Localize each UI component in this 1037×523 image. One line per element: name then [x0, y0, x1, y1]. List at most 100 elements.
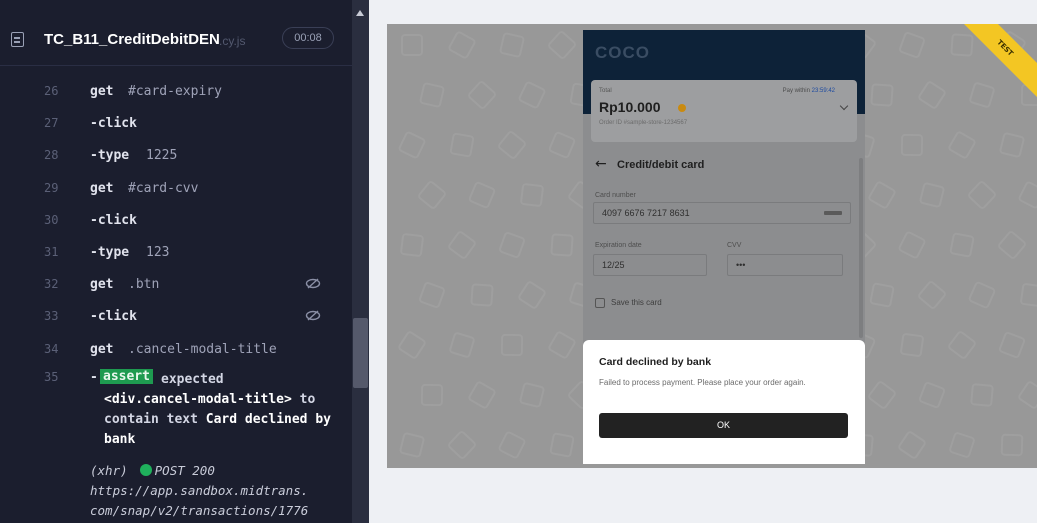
- pattern-tile: [417, 280, 447, 310]
- command-argument: .cancel-modal-title: [128, 341, 277, 357]
- pattern-tile: [866, 179, 898, 211]
- pattern-tile: [466, 379, 498, 411]
- command-name: get: [90, 180, 114, 196]
- pattern-tile: [516, 279, 548, 311]
- pattern-tile: [550, 233, 574, 257]
- command-argument: .btn: [128, 277, 160, 293]
- pattern-tile: [996, 229, 1028, 261]
- pattern-tile: [869, 282, 895, 308]
- assert-word-expected: expected: [161, 372, 224, 387]
- assert-message: expected <div.cancel-modal-title> to con…: [104, 370, 336, 450]
- coin-icon: [678, 104, 686, 112]
- pattern-tile: [997, 330, 1027, 360]
- pattern-tile: [416, 179, 448, 211]
- cvv-label: CVV: [727, 242, 742, 249]
- total-label: Total: [599, 88, 612, 94]
- xhr-tag: (xhr): [90, 463, 128, 478]
- pattern-tile: [967, 280, 997, 310]
- xhr-log-entry[interactable]: (xhr) POST 200 https://app.sandbox.midtra…: [90, 461, 350, 521]
- pattern-tile: [466, 79, 498, 111]
- expiry-label: Expiration date: [595, 242, 642, 249]
- status-dot-icon: [139, 464, 152, 476]
- command-log-panel: TC_B11_CreditDebitDEN .cy.js 00:08 26 get…: [0, 0, 352, 523]
- pattern-tile: [968, 81, 996, 109]
- pattern-tile: [897, 30, 927, 60]
- eye-slash-icon[interactable]: [305, 278, 321, 289]
- pattern-tile: [918, 181, 946, 209]
- pattern-tile: [467, 180, 497, 210]
- pattern-tile: [401, 34, 423, 56]
- pattern-tile: [399, 232, 425, 258]
- card-brand-icon: [824, 211, 842, 215]
- chevron-down-icon[interactable]: [839, 101, 849, 111]
- pattern-tile: [899, 332, 925, 358]
- cvv-value: •••: [736, 260, 746, 270]
- command-name: get: [90, 84, 114, 99]
- command-number: 33: [44, 309, 59, 324]
- pattern-tile: [896, 429, 928, 461]
- pattern-tile: [517, 80, 547, 110]
- pattern-tile: [966, 179, 998, 211]
- assert-subject: <div.cancel-modal-title>: [104, 392, 292, 407]
- pattern-tile: [1017, 180, 1037, 210]
- spec-name[interactable]: TC_B11_CreditDebitDEN: [44, 31, 220, 48]
- back-arrow-icon[interactable]: ←: [595, 156, 607, 172]
- pattern-tile: [916, 279, 948, 311]
- xhr-url-line-2: com/snap/v2/transactions/1776: [90, 503, 309, 518]
- command-name: -click: [90, 116, 137, 132]
- command-name: -click: [90, 212, 137, 228]
- command-argument: 123: [146, 245, 170, 260]
- ok-button[interactable]: OK: [599, 413, 848, 438]
- card-number-label: Card number: [595, 192, 636, 199]
- eye-slash-icon[interactable]: [305, 310, 321, 321]
- command-number: 27: [44, 116, 59, 131]
- pattern-tile: [1000, 433, 1024, 457]
- expiry-field[interactable]: 12/25: [593, 254, 707, 276]
- pattern-tile: [897, 230, 927, 260]
- command-number: 30: [44, 212, 59, 227]
- pattern-tile: [900, 133, 924, 157]
- pattern-tile: [497, 230, 527, 260]
- assert-dash: -: [90, 370, 98, 385]
- pattern-tile: [946, 329, 978, 361]
- pattern-tile: [546, 329, 578, 361]
- pay-within-label: Pay within: [782, 88, 810, 94]
- pattern-tile: [518, 381, 546, 409]
- order-id: Order ID #sample-store-1234567: [599, 120, 688, 126]
- pattern-tile: [547, 130, 577, 160]
- command-number: 32: [44, 277, 59, 292]
- command-number: 35: [44, 370, 59, 384]
- scroll-up-arrow-icon[interactable]: [356, 10, 364, 16]
- expiry-value: 12/25: [602, 260, 625, 270]
- cvv-field[interactable]: •••: [727, 254, 843, 276]
- scroll-thumb[interactable]: [353, 318, 368, 388]
- command-number: 28: [44, 148, 59, 163]
- spec-header: TC_B11_CreditDebitDEN .cy.js 00:08: [0, 0, 352, 66]
- modal-message: Failed to process payment. Please place …: [599, 378, 806, 387]
- pattern-tile: [549, 432, 575, 458]
- pattern-tile: [496, 129, 528, 161]
- pattern-tile: [1019, 282, 1037, 308]
- pattern-tile: [397, 130, 427, 160]
- pattern-tile: [950, 33, 974, 57]
- total-amount: Rp10.000: [599, 99, 661, 115]
- pattern-tile: [870, 83, 894, 107]
- log-scrollbar[interactable]: [352, 0, 369, 523]
- command-argument: #card-expiry: [128, 84, 222, 99]
- command-name: get: [90, 277, 114, 293]
- pattern-tile: [446, 429, 478, 461]
- command-argument: #card-cvv: [128, 180, 199, 196]
- pattern-tile: [949, 232, 975, 258]
- order-summary-card[interactable]: Total Rp10.000 Order ID #sample-store-12…: [591, 80, 857, 142]
- command-number: 26: [44, 84, 59, 98]
- pattern-tile: [449, 132, 475, 158]
- save-card-checkbox[interactable]: [595, 298, 605, 308]
- save-card-label: Save this card: [611, 298, 662, 307]
- command-name: get: [90, 341, 114, 357]
- card-number-field[interactable]: 4097 6676 7217 8631: [593, 202, 851, 224]
- command-number: 31: [44, 245, 59, 259]
- pattern-tile: [470, 283, 494, 307]
- popup-scrollbar[interactable]: [859, 158, 863, 338]
- card-number-value: 4097 6676 7217 8631: [602, 208, 690, 218]
- pattern-tile: [519, 182, 545, 208]
